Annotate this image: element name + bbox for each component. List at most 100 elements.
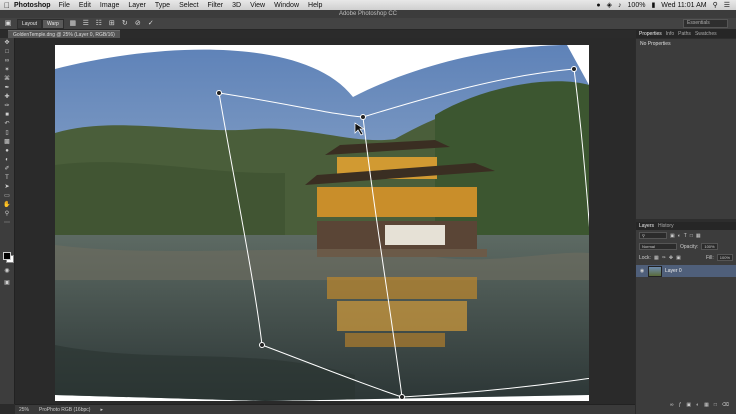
rotate-icon[interactable]: ↻	[121, 20, 129, 28]
menu-app-name[interactable]: Photoshop	[14, 2, 51, 9]
cancel-icon[interactable]: ⊘	[134, 20, 142, 28]
menu-layer[interactable]: Layer	[128, 2, 146, 9]
marquee-tool-icon[interactable]: □	[2, 48, 12, 56]
clock[interactable]: Wed 11:01 AM	[661, 2, 706, 9]
canvas-area[interactable]	[15, 38, 635, 404]
mode-layout-button[interactable]: Layout	[17, 18, 43, 29]
link-layers-icon[interactable]: ∞	[670, 402, 674, 408]
pen-tool-icon[interactable]: ✐	[2, 165, 12, 173]
tab-properties[interactable]: Properties	[639, 30, 662, 38]
menu-filter[interactable]: Filter	[208, 2, 224, 9]
warped-photo[interactable]	[55, 45, 589, 401]
shape-tool-icon[interactable]: ▭	[2, 192, 12, 200]
blend-row: Normal Opacity: 100%	[636, 241, 736, 252]
eyedropper-tool-icon[interactable]: ✒	[2, 84, 12, 92]
fill-field[interactable]: 100%	[716, 254, 733, 261]
fill-label: Fill:	[705, 254, 714, 261]
lasso-tool-icon[interactable]: ∞	[2, 57, 12, 65]
lock-all-icon[interactable]: ▣	[676, 255, 681, 261]
bluetooth-icon[interactable]: ●	[596, 2, 600, 9]
zoom-level[interactable]: 25%	[19, 407, 29, 413]
status-arrow-icon[interactable]: ▸	[100, 407, 103, 413]
new-layer-icon[interactable]: □	[714, 402, 717, 408]
fx-icon[interactable]: ƒ	[679, 402, 682, 408]
healing-tool-icon[interactable]: ✚	[2, 93, 12, 101]
lock-pixels-icon[interactable]: ▦	[654, 255, 659, 261]
layer-thumbnail[interactable]	[648, 265, 662, 277]
warp-handle-bottom-left[interactable]	[259, 342, 265, 348]
menu-edit[interactable]: Edit	[79, 2, 91, 9]
layer-kind-filter[interactable]: ⚲	[639, 232, 667, 239]
visibility-eye-icon[interactable]: ◉	[639, 268, 645, 274]
grid-icon[interactable]: ▦	[69, 20, 77, 28]
filter-adjust-icon[interactable]: ◐	[678, 233, 681, 239]
menu-select[interactable]: Select	[179, 2, 198, 9]
gradient-tool-icon[interactable]: ▩	[2, 138, 12, 146]
tab-layers[interactable]: Layers	[639, 222, 654, 230]
warp-handle-top-left[interactable]	[216, 90, 222, 96]
filter-type-icon[interactable]: T	[684, 233, 687, 239]
lock-paint-icon[interactable]: ✑	[662, 255, 666, 261]
trash-icon[interactable]: ⌫	[722, 402, 729, 408]
quick-mask-icon[interactable]: ◉	[2, 267, 12, 275]
options-bar: ▣ Layout Warp ▦ ☰ ☷ ⊞ ↻ ⊘ ✓ Essentials	[0, 18, 736, 30]
filter-smart-icon[interactable]: ▦	[696, 233, 701, 239]
history-brush-tool-icon[interactable]: ↶	[2, 120, 12, 128]
workspace-switcher[interactable]: Essentials	[683, 19, 728, 28]
crop-tool-icon[interactable]: ⌘	[2, 75, 12, 83]
mask-icon[interactable]: ▣	[686, 402, 691, 408]
opacity-field[interactable]: 100%	[701, 243, 718, 250]
quick-select-tool-icon[interactable]: ✶	[2, 66, 12, 74]
brush-tool-icon[interactable]: ✑	[2, 102, 12, 110]
document-canvas[interactable]	[55, 45, 589, 401]
tab-info[interactable]: Info	[666, 30, 674, 38]
layer-name[interactable]: Layer 0	[665, 268, 682, 274]
filter-shape-icon[interactable]: □	[690, 233, 693, 239]
eraser-tool-icon[interactable]: ▯	[2, 129, 12, 137]
battery-percent[interactable]: 100%	[628, 2, 646, 9]
warp-handle-top-right[interactable]	[571, 66, 577, 72]
menu-3d[interactable]: 3D	[232, 2, 241, 9]
tab-paths[interactable]: Paths	[678, 30, 691, 38]
screen-mode-icon[interactable]: ▣	[2, 279, 12, 287]
menu-view[interactable]: View	[250, 2, 265, 9]
menu-help[interactable]: Help	[308, 2, 322, 9]
mode-warp-button[interactable]: Warp	[42, 18, 64, 29]
warp-handle-top-split[interactable]	[360, 114, 366, 120]
group-folder-icon[interactable]: ▦	[704, 402, 709, 408]
blend-mode-select[interactable]: Normal	[639, 243, 677, 250]
blur-tool-icon[interactable]: ●	[2, 147, 12, 155]
search-icon[interactable]: ⚲	[713, 1, 718, 9]
tab-history[interactable]: History	[658, 222, 674, 230]
foreground-color-swatch[interactable]	[3, 252, 11, 260]
wifi-icon[interactable]: ◈	[607, 1, 612, 9]
type-tool-icon[interactable]: T	[2, 174, 12, 182]
zoom-tool-icon[interactable]: ⚲	[2, 210, 12, 218]
more-tools-icon[interactable]: ⋯	[2, 219, 12, 227]
status-bar: 25% ProPhoto RGB (16bpc) ▸	[15, 404, 635, 414]
volume-icon[interactable]: ♪	[618, 2, 622, 9]
adjustment-icon[interactable]: ◐	[696, 402, 699, 408]
tab-swatches[interactable]: Swatches	[695, 30, 717, 38]
layer-row[interactable]: ◉ Layer 0	[636, 265, 736, 277]
filter-pixel-icon[interactable]: ▣	[670, 233, 675, 239]
list-icon[interactable]: ☰	[724, 1, 730, 9]
menu-file[interactable]: File	[59, 2, 70, 9]
menu-window[interactable]: Window	[274, 2, 299, 9]
move-tool-icon[interactable]: ✥	[2, 39, 12, 47]
split-vertical-icon[interactable]: ☷	[95, 20, 103, 28]
apple-icon[interactable]: 	[0, 1, 14, 10]
remove-split-icon[interactable]: ⊞	[108, 20, 116, 28]
warp-handle-bottom-split[interactable]	[399, 394, 405, 400]
split-horizontal-icon[interactable]: ☰	[82, 20, 90, 28]
dodge-tool-icon[interactable]: ◐	[2, 156, 12, 164]
commit-check-icon[interactable]: ✓	[147, 20, 155, 28]
menu-type[interactable]: Type	[155, 2, 170, 9]
stamp-tool-icon[interactable]: ■	[2, 111, 12, 119]
properties-panel: No Properties	[636, 39, 736, 219]
path-select-tool-icon[interactable]: ➤	[2, 183, 12, 191]
battery-icon[interactable]: ▮	[651, 1, 655, 9]
menu-image[interactable]: Image	[100, 2, 119, 9]
hand-tool-icon[interactable]: ✋	[2, 201, 12, 209]
lock-move-icon[interactable]: ✥	[669, 255, 673, 261]
